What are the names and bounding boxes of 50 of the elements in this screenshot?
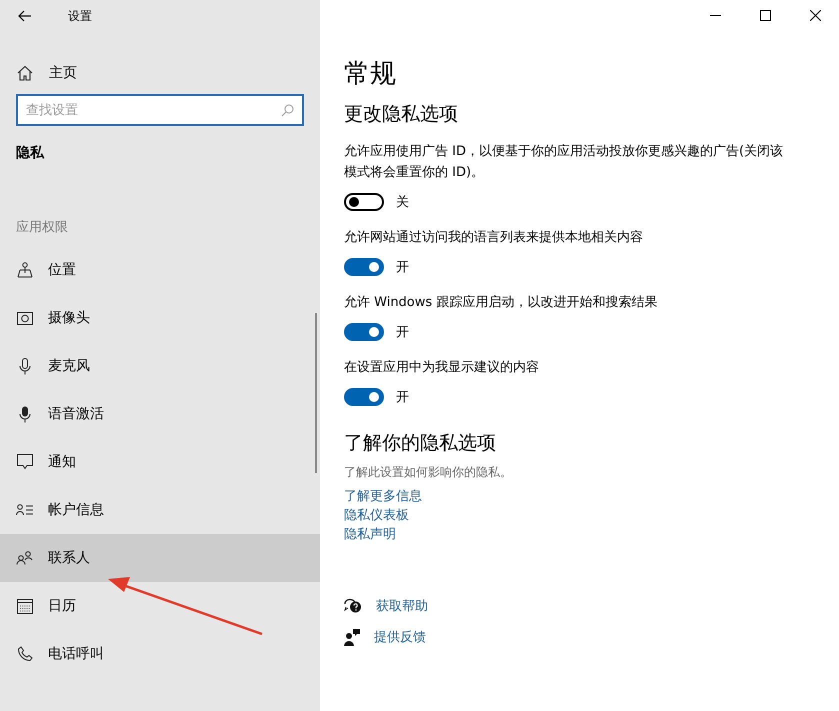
window-title: 设置: [68, 8, 92, 24]
phone-icon: [16, 646, 34, 662]
toggle-state: 开: [396, 389, 409, 406]
search-icon: [281, 104, 294, 117]
back-arrow-icon[interactable]: [18, 10, 32, 22]
toggle-state: 开: [396, 324, 409, 341]
option-description: 在设置应用中为我显示建议的内容: [344, 359, 540, 377]
privacy-link[interactable]: 隐私声明: [344, 525, 396, 544]
sidebar-item[interactable]: 日历: [0, 582, 320, 630]
page-title: 常规: [344, 58, 397, 91]
scrollbar[interactable]: [315, 313, 317, 473]
section-heading: 隐私: [15, 144, 46, 162]
maximize-icon[interactable]: [760, 10, 771, 21]
toggle-switch[interactable]: [344, 388, 384, 406]
sidebar-item[interactable]: 语音激活: [0, 390, 320, 438]
sidebar-item[interactable]: 通知: [0, 438, 320, 486]
section-heading: 更改隐私选项: [344, 102, 459, 127]
group-label: 应用权限: [15, 219, 69, 236]
sidebar-item[interactable]: 摄像头: [0, 294, 320, 342]
option-description: 允许应用使用广告 ID，以便基于你的应用活动投放你更感兴趣的广告(关闭该模式将会重置你的 ID)。: [344, 143, 784, 182]
option-description: 允许网站通过访问我的语言列表来提供本地相关内容: [344, 229, 644, 247]
privacy-link[interactable]: 了解更多信息: [344, 487, 422, 506]
close-icon[interactable]: [810, 10, 821, 21]
camera-icon: [16, 311, 34, 325]
section-heading: 了解你的隐私选项: [344, 431, 497, 456]
search-field[interactable]: 查找设置: [16, 94, 304, 126]
calendar-icon: [16, 598, 34, 614]
toggle-state: 开: [396, 259, 409, 276]
option-description: 允许 Windows 跟踪应用启动，以改进开始和搜索结果: [344, 294, 658, 312]
sidebar-item[interactable]: 电话呼叫: [0, 630, 320, 678]
sidebar-item[interactable]: 帐户信息: [0, 486, 320, 534]
home-item[interactable]: 主页: [0, 56, 320, 90]
person-feedback-icon: [344, 628, 360, 646]
help-bubble-icon: [344, 598, 362, 614]
toggle-switch[interactable]: [344, 258, 384, 276]
person-list-icon: [16, 504, 34, 516]
sidebar-item[interactable]: 麦克风: [0, 342, 320, 390]
toggle-state: 关: [396, 194, 409, 211]
people-icon: [16, 551, 34, 565]
help-link[interactable]: 提供反馈: [374, 628, 426, 646]
sidebar-item[interactable]: 联系人: [0, 534, 320, 582]
toggle-switch[interactable]: [344, 323, 384, 341]
home-icon: [17, 65, 33, 81]
sidebar-item[interactable]: 位置: [0, 246, 320, 294]
speech-bubble-icon: [16, 454, 34, 470]
person-pin-icon: [16, 262, 34, 278]
help-link[interactable]: 获取帮助: [376, 596, 428, 614]
description-text: 了解此设置如何影响你的隐私。: [344, 464, 513, 481]
privacy-link[interactable]: 隐私仪表板: [344, 506, 409, 525]
toggle-switch[interactable]: [344, 193, 384, 211]
